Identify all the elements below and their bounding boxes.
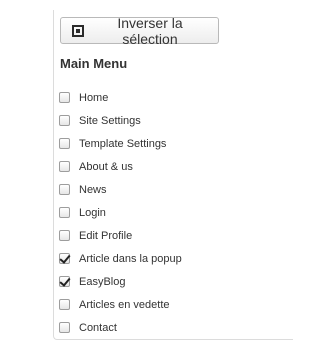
menu-item-label: Edit Profile <box>79 229 133 242</box>
menu-item-checkbox[interactable] <box>59 161 70 172</box>
checkbox-square-icon-fill <box>76 28 80 33</box>
menu-item-contact[interactable]: Contact <box>59 316 182 339</box>
invert-selection-button[interactable]: Inverser la sélection <box>60 14 219 47</box>
menu-item-list: Home Site Settings Template Settings Abo… <box>59 86 182 339</box>
invert-selection-label: Inverser la sélection <box>117 14 183 47</box>
menu-item-checkbox[interactable] <box>59 138 70 149</box>
menu-item-checkbox[interactable] <box>59 230 70 241</box>
menu-item-label: Login <box>79 206 106 219</box>
checkbox-square-icon <box>72 24 84 37</box>
menu-item-label: Article dans la popup <box>79 252 182 265</box>
menu-item-news[interactable]: News <box>59 178 182 201</box>
menu-item-home[interactable]: Home <box>59 86 182 109</box>
menu-item-label: News <box>79 183 107 196</box>
menu-item-articles-vedette[interactable]: Articles en vedette <box>59 293 182 316</box>
menu-item-checkbox[interactable] <box>59 299 70 310</box>
menu-item-checkbox[interactable] <box>59 207 70 218</box>
menu-item-label: Contact <box>79 321 117 334</box>
menu-item-label: Template Settings <box>79 137 167 150</box>
menu-item-edit-profile[interactable]: Edit Profile <box>59 224 182 247</box>
menu-title: Main Menu <box>60 56 128 71</box>
menu-item-easyblog[interactable]: EasyBlog <box>59 270 182 293</box>
menu-item-checkbox[interactable] <box>59 253 70 264</box>
menu-item-label: Site Settings <box>79 114 141 127</box>
menu-item-label: About & us <box>79 160 133 173</box>
menu-item-checkbox[interactable] <box>59 322 70 333</box>
menu-item-checkbox[interactable] <box>59 276 70 287</box>
menu-item-label: Home <box>79 91 109 104</box>
menu-item-article-popup[interactable]: Article dans la popup <box>59 247 182 270</box>
menu-item-label: Articles en vedette <box>79 298 170 311</box>
menu-item-login[interactable]: Login <box>59 201 182 224</box>
menu-item-checkbox[interactable] <box>59 115 70 126</box>
menu-item-template-settings[interactable]: Template Settings <box>59 132 182 155</box>
menu-item-label: EasyBlog <box>79 275 126 288</box>
menu-item-checkbox[interactable] <box>59 92 70 103</box>
menu-item-site-settings[interactable]: Site Settings <box>59 109 182 132</box>
menu-item-checkbox[interactable] <box>59 184 70 195</box>
menu-item-about-us[interactable]: About & us <box>59 155 182 178</box>
